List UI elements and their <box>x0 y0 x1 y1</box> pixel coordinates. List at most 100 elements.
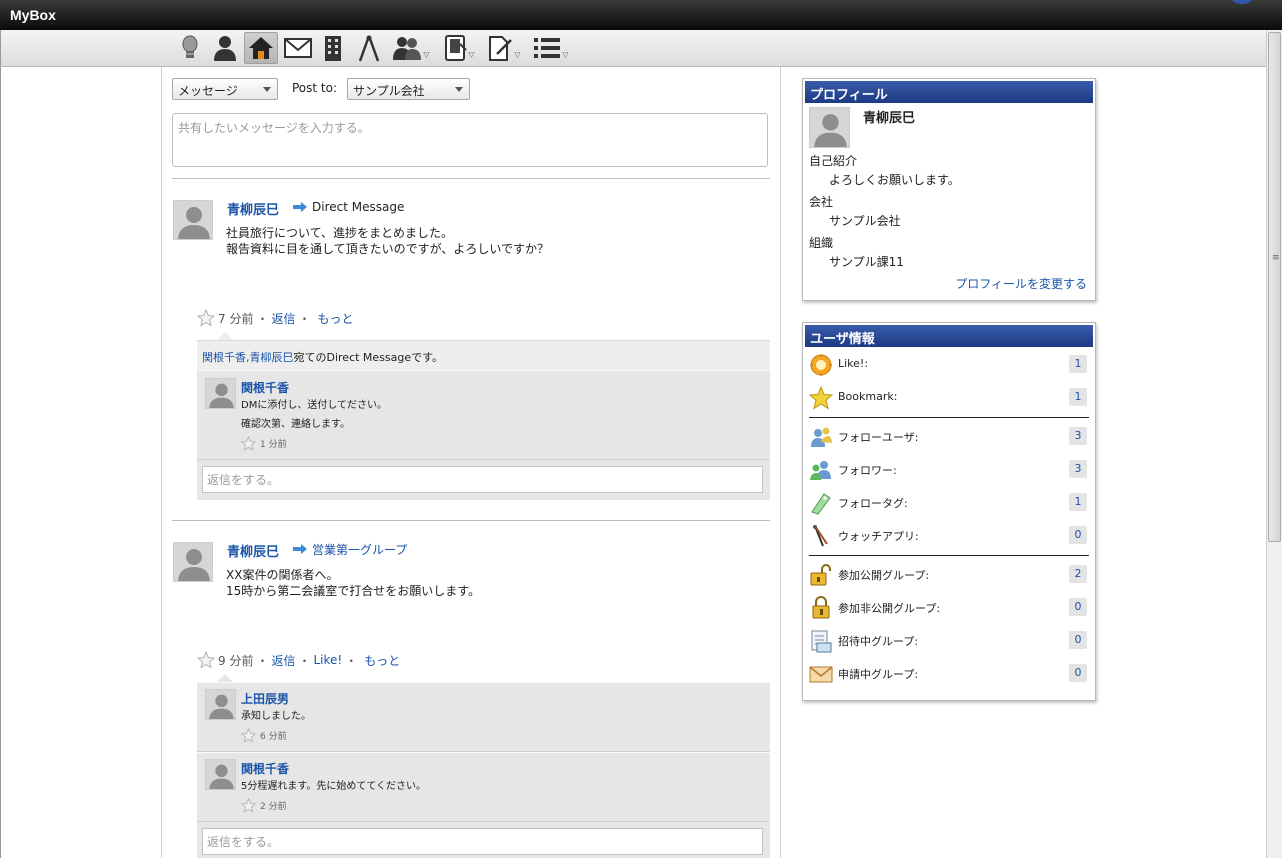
info-row-bookmark[interactable]: Bookmark: 1 <box>809 384 1089 410</box>
info-count[interactable]: 0 <box>1069 598 1087 616</box>
grip-icon: ≡ <box>1272 253 1280 263</box>
bookmark-star-icon <box>809 386 833 410</box>
message-input[interactable] <box>172 113 768 167</box>
info-count[interactable]: 1 <box>1069 493 1087 511</box>
groups-icon[interactable]: ▽ <box>390 32 432 64</box>
divider <box>809 555 1089 556</box>
mail-icon[interactable] <box>282 32 314 64</box>
follower-icon <box>810 461 831 480</box>
vertical-scrollbar[interactable]: ≡ <box>1266 30 1282 858</box>
info-label: 参加非公開グループ: <box>838 602 941 615</box>
info-label: 申請中グループ: <box>838 668 919 681</box>
main-toolbar: ▽ ▽ ▽ ▽ <box>0 30 1266 67</box>
profile-org-value: サンプル課11 <box>829 255 904 269</box>
reply-meta: 6 分前 <box>241 728 287 743</box>
list-icon[interactable]: ▽ <box>529 32 573 64</box>
post-to-select[interactable]: サンプル会社 <box>347 78 470 100</box>
reply-input[interactable] <box>202 466 763 493</box>
info-count[interactable]: 1 <box>1069 355 1087 373</box>
reply-author[interactable]: 関根千香 <box>241 760 289 777</box>
device-icon[interactable]: ▽ <box>438 32 480 64</box>
avatar[interactable] <box>173 200 213 240</box>
avatar[interactable] <box>173 542 213 582</box>
reply-time: 6 分前 <box>260 732 287 742</box>
info-count[interactable]: 1 <box>1069 388 1087 406</box>
reply-item: 関根千香 5分程遅れます。先に始めててください。 2 分前 <box>197 752 770 822</box>
post-target[interactable]: Direct Message <box>312 200 404 214</box>
info-count[interactable]: 2 <box>1069 565 1087 583</box>
info-count[interactable]: 3 <box>1069 427 1087 445</box>
info-row-applied-groups[interactable]: 申請中グループ: 0 <box>809 660 1089 686</box>
scrollbar-thumb[interactable]: ≡ <box>1268 32 1281 542</box>
comment-pointer <box>217 674 233 682</box>
arrow-right-icon <box>293 202 307 212</box>
divider <box>809 417 1089 418</box>
info-row-private-groups[interactable]: 参加非公開グループ: 0 <box>809 594 1089 620</box>
avatar[interactable] <box>809 107 850 148</box>
info-row-follower[interactable]: フォロワー: 3 <box>809 456 1089 482</box>
reply-author[interactable]: 上田辰男 <box>241 690 289 707</box>
avatar[interactable] <box>205 378 236 409</box>
more-link[interactable]: もっと <box>318 310 354 327</box>
post-author[interactable]: 青柳辰巳 <box>227 541 279 560</box>
meta-separator: ・ <box>345 653 358 668</box>
edit-icon[interactable]: ▽ <box>483 32 525 64</box>
profile-panel: プロフィール 青柳辰巳 自己紹介 よろしくお願いします。 会社 サンプル会社 組… <box>802 78 1096 301</box>
reply-time: 2 分前 <box>260 802 287 812</box>
apps-icon[interactable] <box>355 32 383 64</box>
post-target-group-link[interactable]: 営業第一グループ <box>312 541 407 558</box>
info-count[interactable]: 0 <box>1069 664 1087 682</box>
info-row-open-groups[interactable]: 参加公開グループ: 2 <box>809 561 1089 587</box>
post-author[interactable]: 青柳辰巳 <box>227 199 279 218</box>
post-time: 7 分前 <box>218 311 254 326</box>
more-link[interactable]: もっと <box>364 652 400 669</box>
meta-separator: ・ <box>256 653 269 668</box>
star-icon[interactable] <box>197 309 215 327</box>
company-icon[interactable] <box>319 32 347 64</box>
like-icon <box>810 354 832 376</box>
info-row-invited-groups[interactable]: 招待中グループ: 0 <box>809 627 1089 653</box>
profile-icon[interactable] <box>209 32 241 64</box>
chevron-down-icon: ▽ <box>423 49 430 59</box>
info-count[interactable]: 3 <box>1069 460 1087 478</box>
reply-input[interactable] <box>202 828 763 855</box>
star-icon[interactable] <box>241 436 256 451</box>
info-row-watch-app[interactable]: ウォッチアプリ: 0 <box>809 522 1089 548</box>
star-icon[interactable] <box>241 728 256 743</box>
post-body: XX案件の関係者へ。 15時から第二会議室で打合せをお願いします。 <box>226 568 481 598</box>
like-link[interactable]: Like! <box>314 653 343 667</box>
edit-profile-link[interactable]: プロフィールを変更する <box>955 275 1087 292</box>
message-type-select[interactable]: メッセージ <box>172 78 278 100</box>
info-row-follow-tag[interactable]: フォロータグ: 1 <box>809 489 1089 515</box>
star-icon[interactable] <box>241 798 256 813</box>
reply-author[interactable]: 関根千香 <box>241 379 289 396</box>
chevron-down-icon <box>263 87 271 92</box>
dm-recipients-link[interactable]: 関根千香,青柳辰巳 <box>202 351 294 364</box>
avatar[interactable] <box>205 759 236 790</box>
star-icon[interactable] <box>197 651 215 669</box>
info-row-follow-user[interactable]: フォローユーザ: 3 <box>809 423 1089 449</box>
post-meta: 7 分前 ・ 返信 ・ もっと <box>197 309 354 327</box>
comment-pointer <box>217 332 233 340</box>
tips-icon[interactable] <box>177 32 203 64</box>
window-status-icon <box>1232 0 1252 4</box>
post-time: 9 分前 <box>218 653 254 668</box>
info-row-like[interactable]: Like!: 1 <box>809 351 1089 377</box>
reply-input-area <box>197 460 770 500</box>
info-count[interactable]: 0 <box>1069 526 1087 544</box>
reply-link[interactable]: 返信 <box>271 652 295 669</box>
meta-separator: ・ <box>256 311 269 326</box>
avatar[interactable] <box>205 689 236 720</box>
divider <box>172 520 770 521</box>
apply-mail-icon <box>809 666 833 683</box>
profile-intro-value: よろしくお願いします。 <box>829 173 960 187</box>
watch-app-icon <box>813 525 828 547</box>
home-icon[interactable] <box>244 32 278 64</box>
post-meta: 9 分前 ・ 返信 ・ Like! ・ もっと <box>197 651 400 669</box>
info-label: 参加公開グループ: <box>838 569 930 582</box>
info-count[interactable]: 0 <box>1069 631 1087 649</box>
reply-link[interactable]: 返信 <box>271 310 295 327</box>
open-lock-icon <box>810 564 831 586</box>
message-type-value: メッセージ <box>178 84 238 98</box>
dm-notice: 関根千香,青柳辰巳宛てのDirect Messageです。 <box>202 349 443 365</box>
